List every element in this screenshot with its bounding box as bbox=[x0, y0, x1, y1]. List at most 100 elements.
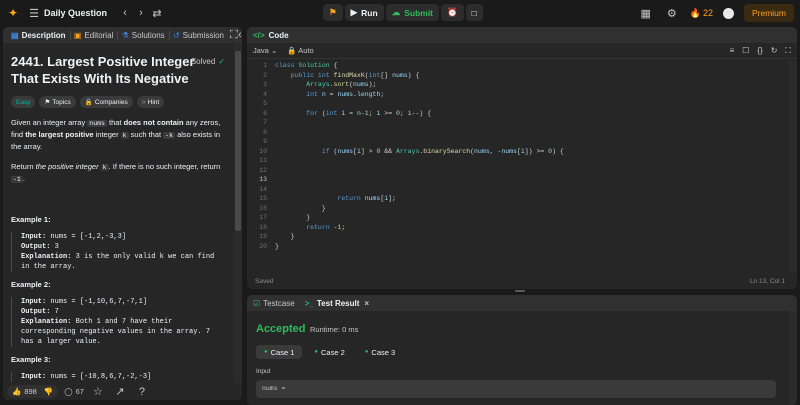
line-number: 20 bbox=[259, 242, 267, 250]
chevron-down-icon: ⌄ bbox=[270, 46, 278, 55]
scrollbar-thumb[interactable] bbox=[235, 51, 241, 231]
tab-description[interactable]: ▤ Description bbox=[7, 31, 70, 40]
maximize-icon[interactable]: ⛶ bbox=[230, 27, 238, 43]
next-problem-icon[interactable]: › bbox=[133, 5, 149, 21]
code-line: 9 bbox=[247, 137, 787, 147]
line-number: 2 bbox=[263, 71, 267, 79]
code-text: } bbox=[275, 242, 279, 250]
reset-icon[interactable]: ↻ bbox=[771, 46, 778, 56]
star-icon[interactable]: ☆ bbox=[90, 384, 106, 400]
example-title: Example 2: bbox=[11, 280, 51, 289]
input-label: Input: bbox=[21, 373, 47, 381]
prev-problem-icon[interactable]: ‹ bbox=[117, 5, 133, 21]
notes-button[interactable]: □ bbox=[465, 4, 483, 21]
tab-submissions[interactable]: ↺ Submission bbox=[169, 31, 228, 40]
code-scrollbar[interactable] bbox=[789, 61, 797, 273]
italic-text: the positive integer bbox=[35, 162, 99, 171]
case-label: Case 3 bbox=[371, 347, 396, 357]
tab-testcase-label: Testcase bbox=[263, 298, 295, 308]
panel-resize-handle[interactable] bbox=[515, 290, 525, 292]
close-icon[interactable]: × bbox=[364, 299, 369, 308]
code-line: 3 Arrays.sort(nums); bbox=[247, 80, 787, 90]
topics-button[interactable]: ⚑ Topics bbox=[39, 96, 76, 108]
description-scrollbar[interactable] bbox=[234, 43, 242, 400]
code-text: public int findMaxK(int[] nums) { bbox=[290, 71, 420, 79]
submit-button[interactable]: ☁ Submit bbox=[385, 4, 440, 21]
text-span: Return bbox=[11, 162, 36, 171]
editor-tool-icons: ≡ ☐ {} ↻ ⛶ bbox=[730, 46, 792, 56]
editorial-icon: ▣ bbox=[73, 30, 82, 40]
example-output: Output: 3 bbox=[21, 242, 225, 252]
problem-list-icon[interactable]: ☰ bbox=[26, 5, 42, 21]
tag-icon: ⚑ bbox=[44, 99, 51, 106]
example-block: Input: nums = [-10,8,6,7,-2,-3] bbox=[11, 372, 225, 382]
case-tab-2[interactable]: ● Case 2 bbox=[306, 345, 352, 359]
code-line: 11 bbox=[247, 156, 787, 166]
text-span: that bbox=[106, 118, 124, 127]
result-scrollbar[interactable] bbox=[789, 311, 797, 405]
code-line: 14 bbox=[247, 185, 787, 195]
language-select[interactable]: Java ⌄ bbox=[253, 46, 277, 55]
code-line: 4 int n = nums.length; bbox=[247, 90, 787, 100]
tab-editorial[interactable]: ▣ Editorial bbox=[70, 31, 117, 40]
tab-submissions-label: Submission bbox=[182, 30, 224, 40]
streak-counter[interactable]: 🔥 22 bbox=[690, 8, 713, 19]
shuffle-icon[interactable]: ⇄ bbox=[149, 5, 165, 21]
code-line: 5 bbox=[247, 99, 787, 109]
code-line: 1 class Solution { bbox=[247, 61, 787, 71]
bookmark-icon[interactable]: ☐ bbox=[742, 46, 749, 56]
like-button[interactable]: 👍 898 👎 bbox=[7, 385, 59, 398]
format-icon[interactable]: ≡ bbox=[730, 46, 735, 56]
comments-button[interactable]: ◯ 67 bbox=[64, 387, 84, 396]
problem-title: 2441. Largest Positive Integer That Exis… bbox=[11, 54, 195, 86]
thumbs-down-icon[interactable]: 👎 bbox=[44, 387, 53, 396]
bold-text: does not contain bbox=[123, 118, 184, 127]
debug-button[interactable]: ⚑ bbox=[323, 4, 343, 21]
alarm-button[interactable]: ⏰ bbox=[441, 4, 464, 21]
alarm-icon: ⏰ bbox=[447, 7, 458, 17]
share-icon[interactable]: ↗ bbox=[112, 384, 128, 400]
fullscreen-icon[interactable]: ⛶ bbox=[785, 46, 791, 56]
case-tab-3[interactable]: ● Case 3 bbox=[357, 345, 403, 359]
tab-testcase[interactable]: ☑ Testcase bbox=[253, 299, 295, 308]
layout-grid-icon[interactable]: ▦ bbox=[638, 5, 654, 21]
case-tab-1[interactable]: ● Case 1 bbox=[256, 345, 303, 359]
tab-editorial-label: Editorial bbox=[84, 30, 114, 40]
help-icon[interactable]: ? bbox=[134, 384, 150, 400]
code-editor[interactable]: 1 class Solution { 2 public int findMaxK(… bbox=[247, 61, 787, 271]
collapse-icon[interactable]: ‹ bbox=[238, 27, 242, 43]
input-value-box: nums = bbox=[256, 380, 776, 398]
description-paragraph-1: Given an integer array nums that does no… bbox=[11, 117, 225, 152]
daily-question-title[interactable]: Daily Question bbox=[44, 8, 107, 18]
code-panel-title: Code bbox=[268, 30, 289, 40]
premium-button[interactable]: Premium bbox=[743, 4, 794, 22]
settings-gear-icon[interactable]: ⚙ bbox=[664, 5, 680, 21]
check-circle-icon: ✓ bbox=[218, 57, 225, 66]
run-button[interactable]: ▶ Run bbox=[344, 4, 384, 21]
pass-dot-icon: ● bbox=[364, 349, 369, 355]
bold-text: the largest positive bbox=[25, 130, 94, 139]
line-number: 6 bbox=[263, 109, 267, 117]
braces-icon[interactable]: {} bbox=[757, 46, 762, 56]
description-footer: 👍 898 👎 ◯ 67 ☆ ↗ ? bbox=[3, 383, 242, 400]
output-label: Output: bbox=[21, 243, 51, 251]
code-panel: </> Code Java ⌄ 🔒 Auto ≡ ☐ {} ↻ ⛶ 1 class … bbox=[247, 27, 797, 289]
tab-solutions[interactable]: ⚗ Solutions bbox=[118, 31, 169, 40]
tab-test-result[interactable]: >_ Test Result × bbox=[305, 299, 369, 308]
inline-code: -k bbox=[163, 132, 175, 139]
leetcode-logo-icon[interactable]: ✦ bbox=[6, 6, 20, 20]
tab-solutions-label: Solutions bbox=[131, 30, 165, 40]
auto-toggle[interactable]: 🔒 Auto bbox=[287, 46, 313, 55]
thumbs-up-icon: 👍 bbox=[12, 387, 22, 396]
cloud-upload-icon: ☁ bbox=[391, 7, 401, 17]
avatar[interactable] bbox=[722, 7, 734, 19]
hint-button[interactable]: ○ Hint bbox=[136, 96, 165, 108]
editor-status-bar: Saved Ln 13, Col 1 bbox=[247, 273, 797, 289]
companies-button[interactable]: 🔒 Companies bbox=[79, 96, 133, 108]
